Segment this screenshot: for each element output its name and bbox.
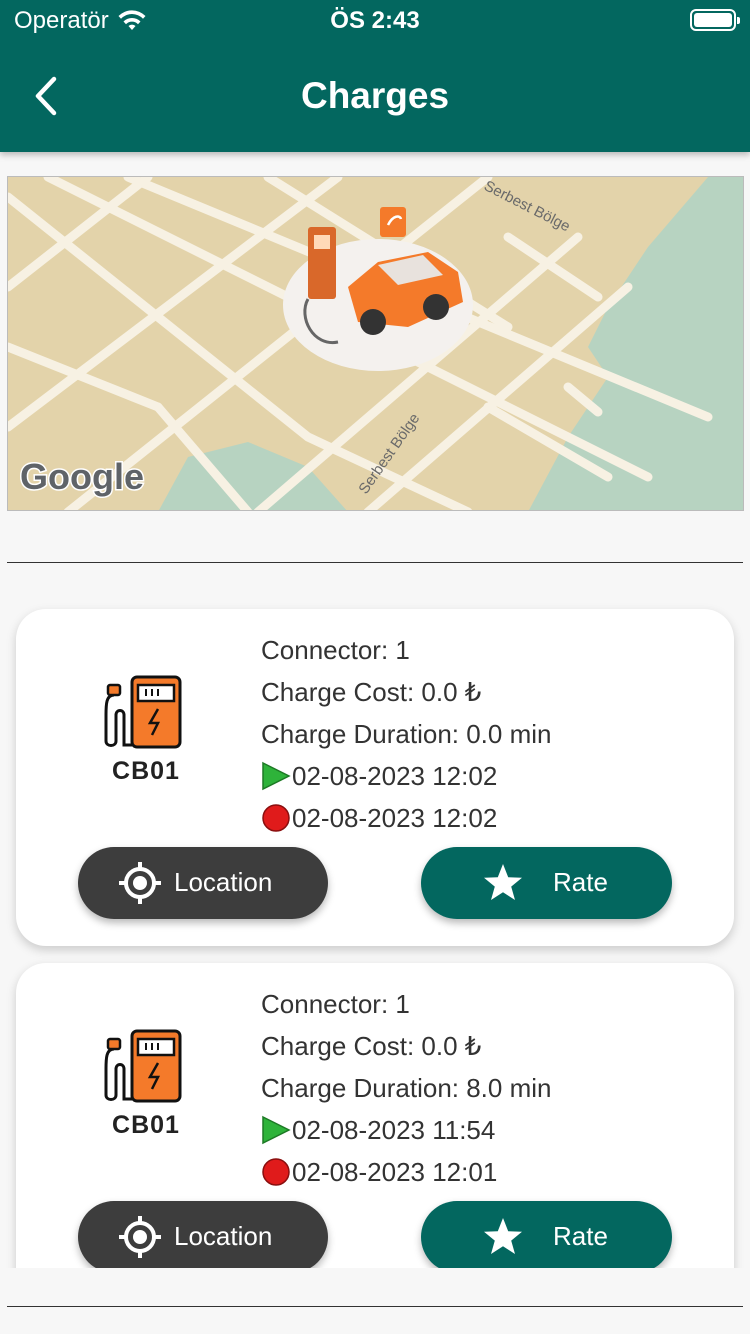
charge-duration-text: Charge Duration: 8.0 min [261, 1073, 552, 1103]
stop-time-text: 02-08-2023 12:02 [292, 803, 498, 833]
charge-card: CB01 Connector: 1 Charge Cost: 0.0 ₺ Cha… [16, 963, 734, 1300]
charge-duration-text: Charge Duration: 0.0 min [261, 719, 552, 749]
star-icon [484, 864, 522, 900]
divider [7, 1306, 743, 1307]
charge-cost-text: Charge Cost: 0.0 ₺ [261, 677, 482, 707]
crosshair-icon [119, 862, 161, 904]
battery-icon [690, 9, 740, 31]
start-time-row: 02-08-2023 12:02 [261, 755, 551, 797]
rate-button[interactable]: Rate [421, 847, 672, 919]
play-icon [262, 761, 291, 791]
page-title: Charges [300, 75, 450, 116]
charge-info: Connector: 1 Charge Cost: 0.0 ₺ Charge D… [261, 629, 551, 839]
star-icon [484, 1218, 522, 1254]
google-logo: Google [20, 456, 144, 497]
station-code: CB01 [112, 757, 180, 785]
stop-icon [262, 804, 290, 832]
location-button[interactable]: Location [78, 1201, 328, 1273]
charging-station-icon [104, 675, 182, 749]
location-button-label: Location [174, 1221, 273, 1251]
stop-time-row: 02-08-2023 12:01 [261, 1151, 551, 1193]
map-view[interactable]: Serbest Bölge Serbest Bölge Google [7, 176, 744, 511]
location-button-label: Location [174, 867, 273, 897]
rate-button-label: Rate [553, 1221, 608, 1251]
location-button[interactable]: Location [78, 847, 328, 919]
charge-info: Connector: 1 Charge Cost: 0.0 ₺ Charge D… [261, 983, 551, 1193]
charge-card: CB01 Connector: 1 Charge Cost: 0.0 ₺ Cha… [16, 609, 734, 946]
rate-button-label: Rate [553, 867, 608, 897]
app-header: Operatör ÖS 2:43 Charges [0, 0, 750, 152]
start-time-row: 02-08-2023 11:54 [261, 1109, 551, 1151]
stop-time-row: 02-08-2023 12:02 [261, 797, 551, 839]
charge-cost-text: Charge Cost: 0.0 ₺ [261, 1031, 482, 1061]
status-time: ÖS 2:43 [330, 7, 420, 34]
charging-station-icon [104, 1029, 182, 1103]
stop-icon [262, 1158, 290, 1186]
start-time-text: 02-08-2023 11:54 [292, 1115, 496, 1145]
rate-button[interactable]: Rate [421, 1201, 672, 1273]
map-canvas: Serbest Bölge Serbest Bölge Google [8, 177, 743, 510]
station-code: CB01 [112, 1111, 180, 1139]
start-time-text: 02-08-2023 12:02 [292, 761, 498, 791]
bottom-area [0, 1268, 750, 1334]
connector-text: Connector: 1 [261, 635, 410, 665]
stop-time-text: 02-08-2023 12:01 [292, 1157, 498, 1187]
play-icon [262, 1115, 291, 1145]
divider [7, 562, 743, 563]
connector-text: Connector: 1 [261, 989, 410, 1019]
status-bar: Operatör ÖS 2:43 [0, 0, 750, 44]
crosshair-icon [119, 1216, 161, 1258]
